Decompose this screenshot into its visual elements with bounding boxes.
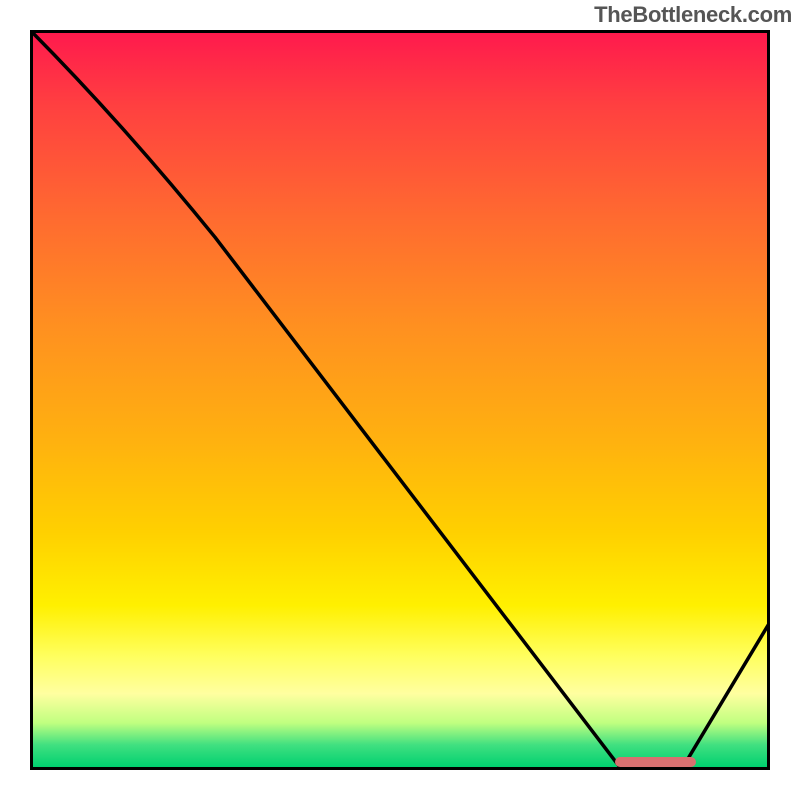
plot-area <box>30 30 770 770</box>
chart-container: TheBottleneck.com <box>0 0 800 800</box>
gradient-background <box>30 30 770 770</box>
watermark-text: TheBottleneck.com <box>594 2 792 28</box>
optimal-range-marker <box>615 757 696 767</box>
